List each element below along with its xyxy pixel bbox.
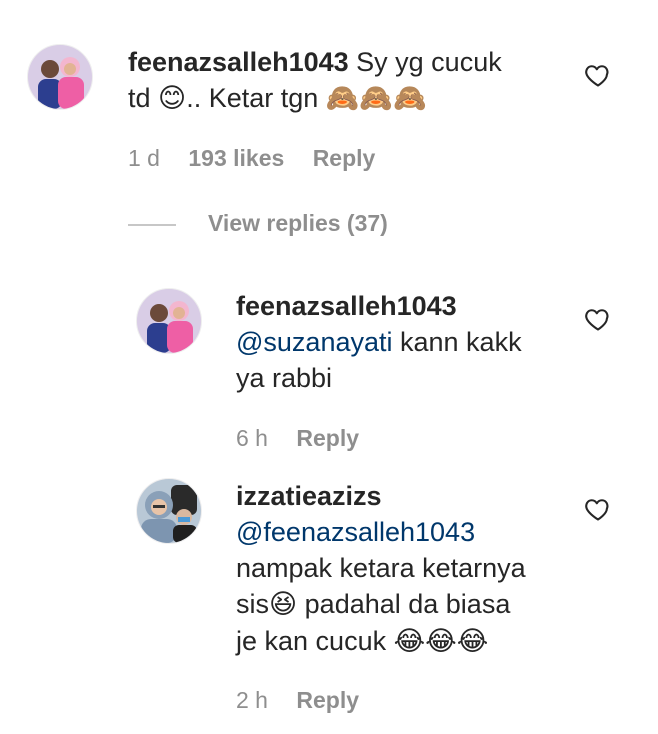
reply-body-line2b: padahal da biasa <box>297 589 511 619</box>
avatar[interactable] <box>136 478 202 544</box>
reply-button[interactable]: Reply <box>296 687 359 713</box>
like-heart-icon[interactable] <box>584 495 612 523</box>
view-replies-label: View replies (37) <box>208 210 388 236</box>
avatar[interactable] <box>136 288 202 354</box>
comment-username[interactable]: feenazsalleh1043 <box>128 47 349 77</box>
reply-body-line3: je kan cucuk <box>236 626 394 656</box>
like-heart-icon[interactable] <box>584 305 612 333</box>
mention-link[interactable]: @suzanayati <box>236 327 393 357</box>
reply-button[interactable]: Reply <box>296 425 359 451</box>
tears-of-joy-emoji: 😂😂😂 <box>393 626 489 657</box>
smile-emoji: 😊 <box>158 83 187 114</box>
reply-body-line2: ya rabbi <box>236 363 333 393</box>
avatar-image <box>137 479 201 543</box>
reply-body-line2a: sis <box>236 589 269 619</box>
reply-body-line1: kann kakk <box>392 327 522 357</box>
reply-time: 6 h <box>236 425 268 451</box>
comment-text: feenazsalleh1043 Sy yg cucuk td 😊.. Keta… <box>128 44 558 117</box>
reply-username[interactable]: izzatieazizs <box>236 481 382 511</box>
comment-meta: 1 d 193 likes Reply <box>128 145 397 172</box>
avatar-image <box>137 289 201 353</box>
view-replies-button[interactable]: View replies (37) <box>128 210 388 237</box>
reply-username[interactable]: feenazsalleh1043 <box>236 291 457 321</box>
reply-time: 2 h <box>236 687 268 713</box>
comment-body-line2b: .. Ketar tgn <box>186 83 319 113</box>
comment-body-line2a: td <box>128 83 151 113</box>
avatar-image <box>28 45 92 109</box>
reply-meta: 6 h Reply <box>236 425 381 452</box>
comment-body-line1: Sy yg cucuk <box>356 47 502 77</box>
comment-likes[interactable]: 193 likes <box>188 145 284 171</box>
reply-body-line1: nampak ketara ketarnya <box>236 553 526 583</box>
comment-time: 1 d <box>128 145 160 171</box>
reply-button[interactable]: Reply <box>313 145 376 171</box>
reply-text: izzatieazizs @feenazsalleh1043 nampak ke… <box>236 478 576 660</box>
like-heart-icon[interactable] <box>584 61 612 89</box>
divider-line <box>128 223 176 226</box>
mention-link[interactable]: @feenazsalleh1043 <box>236 517 475 547</box>
laughing-emoji: 😆 <box>269 589 298 620</box>
reply-meta: 2 h Reply <box>236 687 381 714</box>
avatar[interactable] <box>27 44 93 110</box>
see-no-evil-emoji: 🙈🙈🙈 <box>325 83 427 114</box>
reply-text: feenazsalleh1043 @suzanayati kann kakk y… <box>236 288 566 396</box>
